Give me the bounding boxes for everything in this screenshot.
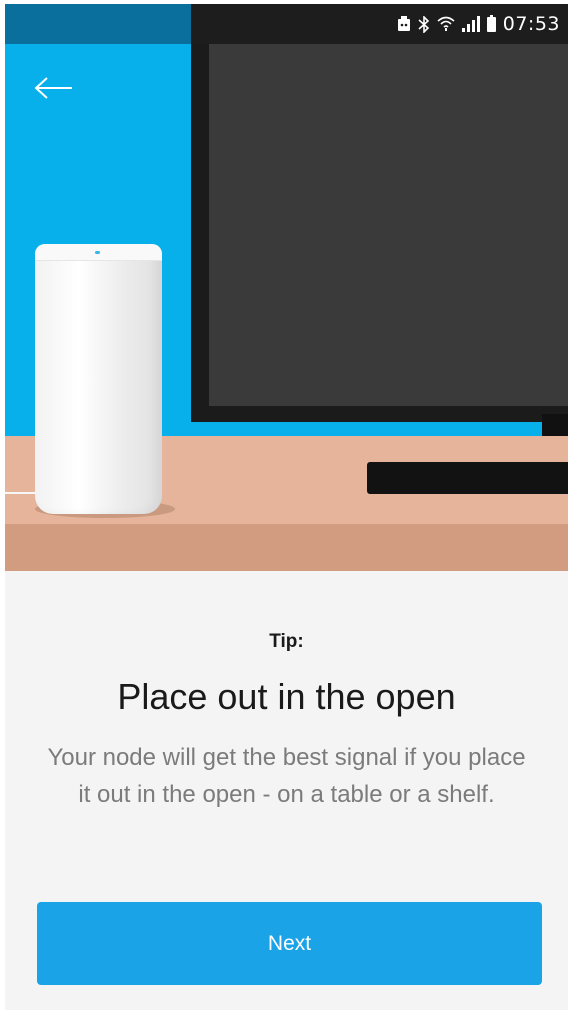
android-debug-icon — [397, 16, 410, 31]
tip-title: Place out in the open — [117, 676, 456, 717]
monitor-foot — [367, 462, 568, 494]
status-bar-tint — [5, 4, 191, 44]
tip-label: Tip: — [269, 631, 304, 652]
hero-illustration — [5, 4, 568, 571]
desk-edge — [5, 524, 568, 571]
status-time: 07:53 — [502, 13, 560, 35]
bluetooth-icon — [418, 15, 429, 33]
arrow-left-icon — [34, 77, 72, 99]
next-button[interactable]: Next — [37, 902, 542, 985]
node-status-light — [95, 251, 100, 254]
monitor-illustration — [191, 4, 568, 422]
battery-icon — [486, 14, 496, 32]
monitor-screen — [209, 44, 568, 406]
app-screen: 07:53 Tip: Place out in the open Your no… — [5, 4, 568, 1010]
tip-content: Tip: Place out in the open Your node wil… — [5, 571, 568, 1010]
cell-signal-icon — [461, 16, 480, 32]
status-bar: 07:53 — [5, 4, 568, 44]
node-top — [35, 244, 162, 261]
router-node-illustration — [35, 244, 162, 514]
status-icons: 07:53 — [397, 4, 560, 44]
tip-description: Your node will get the best signal if yo… — [47, 744, 526, 808]
wifi-icon — [437, 16, 455, 31]
back-button[interactable] — [31, 68, 77, 108]
